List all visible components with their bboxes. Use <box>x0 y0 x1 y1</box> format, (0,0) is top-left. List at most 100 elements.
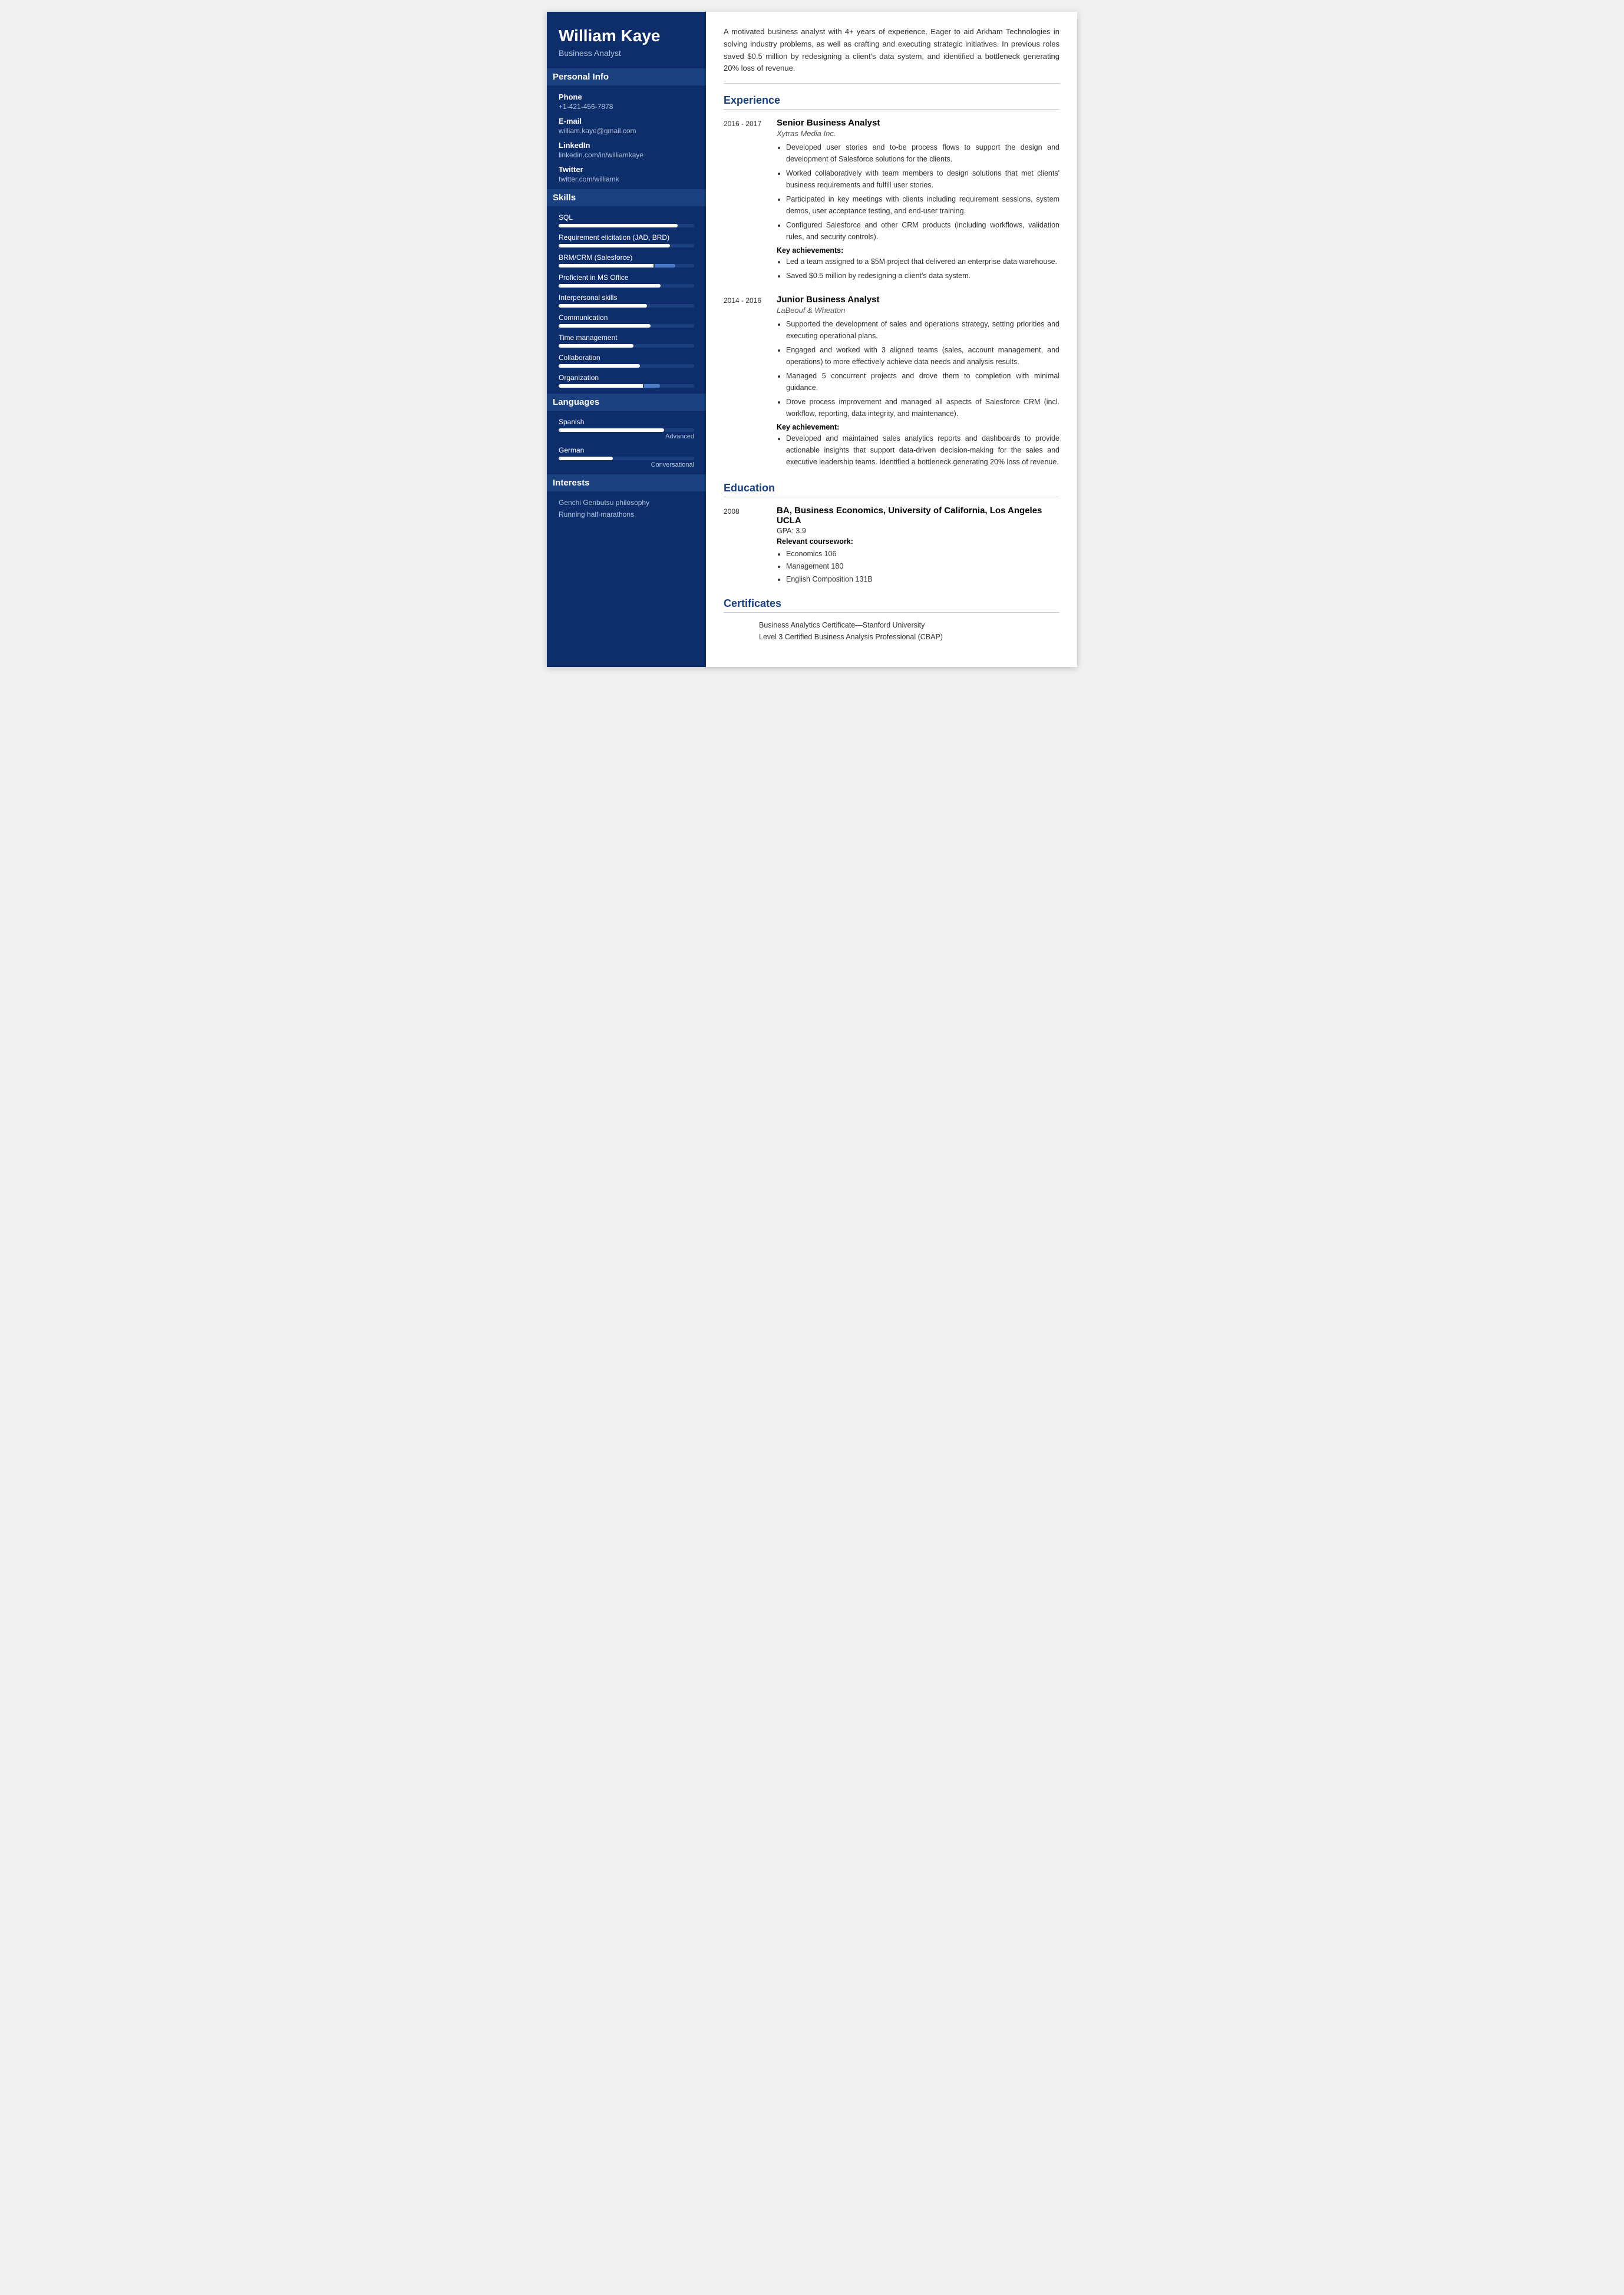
language-item: SpanishAdvanced <box>559 418 694 440</box>
exp-bullet: Engaged and worked with 3 aligned teams … <box>786 344 1059 368</box>
cert-item: Business Analytics Certificate—Stanford … <box>759 621 1059 629</box>
certs-list: Business Analytics Certificate—Stanford … <box>724 621 1059 641</box>
skills-heading: Skills <box>547 189 706 206</box>
exp-content: Senior Business AnalystXytras Media Inc.… <box>777 118 1059 284</box>
key-bullet: Led a team assigned to a $5M project tha… <box>786 256 1059 268</box>
skill-bar-fill <box>559 344 633 348</box>
twitter-label: Twitter <box>559 165 694 174</box>
experience-item: 2016 - 2017 Senior Business AnalystXytras… <box>724 118 1059 284</box>
skill-bar-fill <box>559 364 640 368</box>
skill-bar-bg <box>559 384 694 388</box>
skill-item: Organization <box>559 374 694 388</box>
exp-bullet: Drove process improvement and managed al… <box>786 396 1059 420</box>
skill-name: Organization <box>559 374 694 382</box>
experience-heading: Experience <box>724 94 1059 110</box>
exp-job-title: Junior Business Analyst <box>777 295 1059 305</box>
skill-item: BRM/CRM (Salesforce) <box>559 253 694 268</box>
candidate-name: William Kaye <box>559 26 694 46</box>
coursework-item: English Composition 131B <box>786 573 1059 586</box>
key-bullets: Led a team assigned to a $5M project tha… <box>777 256 1059 282</box>
coursework-label: Relevant coursework: <box>777 537 1059 546</box>
edu-degree: BA, Business Economics, University of Ca… <box>777 506 1059 526</box>
skill-item: Time management <box>559 333 694 348</box>
cert-item: Level 3 Certified Business Analysis Prof… <box>759 633 1059 641</box>
skill-bar-bg <box>559 344 694 348</box>
skill-bar-bg <box>559 364 694 368</box>
interests-list: Genchi Genbutsu philosophy Running half-m… <box>559 498 694 519</box>
skill-item: Proficient in MS Office <box>559 273 694 288</box>
certificates-heading: Certificates <box>724 597 1059 613</box>
languages-list: SpanishAdvanced German Conversational <box>559 418 694 468</box>
languages-heading: Languages <box>547 394 706 411</box>
language-bar-fill <box>559 457 613 460</box>
language-level: Advanced <box>559 433 694 440</box>
interest-item: Genchi Genbutsu philosophy <box>559 498 694 507</box>
skill-item: Requirement elicitation (JAD, BRD) <box>559 233 694 247</box>
experience-list: 2016 - 2017 Senior Business AnalystXytras… <box>724 118 1059 470</box>
skill-bar-fill <box>559 324 651 328</box>
exp-content: Junior Business AnalystLaBeouf & Wheaton… <box>777 295 1059 470</box>
key-bullet: Saved $0.5 million by redesigning a clie… <box>786 270 1059 282</box>
language-bar-bg <box>559 457 694 460</box>
exp-bullet: Participated in key meetings with client… <box>786 193 1059 217</box>
exp-bullets: Developed user stories and to-be process… <box>777 141 1059 243</box>
edu-content: BA, Business Economics, University of Ca… <box>777 506 1059 586</box>
exp-bullet: Managed 5 concurrent projects and drove … <box>786 370 1059 394</box>
key-achievements-label: Key achievements: <box>777 246 1059 255</box>
exp-company: LaBeouf & Wheaton <box>777 306 1059 315</box>
skill-name: Communication <box>559 313 694 322</box>
candidate-title: Business Analyst <box>559 48 694 58</box>
key-bullet: Developed and maintained sales analytics… <box>786 432 1059 468</box>
skill-name: Requirement elicitation (JAD, BRD) <box>559 233 694 242</box>
personal-info-heading: Personal Info <box>547 68 706 85</box>
language-level: Conversational <box>559 461 694 468</box>
exp-bullet: Worked collaboratively with team members… <box>786 167 1059 191</box>
skill-bar-bg <box>559 304 694 308</box>
skill-bar-bg <box>559 224 694 227</box>
skill-item: Interpersonal skills <box>559 293 694 308</box>
experience-section: Experience 2016 - 2017 Senior Business An… <box>724 94 1059 470</box>
sidebar: William Kaye Business Analyst Personal I… <box>547 12 706 667</box>
skill-item: Collaboration <box>559 354 694 368</box>
phone-label: Phone <box>559 93 694 101</box>
coursework-item: Economics 106 <box>786 548 1059 560</box>
exp-bullets: Supported the development of sales and o… <box>777 318 1059 420</box>
skill-bar-bg <box>559 324 694 328</box>
exp-company: Xytras Media Inc. <box>777 129 1059 138</box>
coursework-list: Economics 106Management 180English Compo… <box>777 548 1059 586</box>
linkedin-value: linkedin.com/in/williamkaye <box>559 151 694 159</box>
email-value: william.kaye@gmail.com <box>559 127 694 135</box>
education-section: Education 2008BA, Business Economics, Un… <box>724 482 1059 586</box>
education-list: 2008BA, Business Economics, University o… <box>724 506 1059 586</box>
certificates-section: Certificates Business Analytics Certific… <box>724 597 1059 641</box>
skill-bar-fill <box>559 244 670 247</box>
twitter-value: twitter.com/williamk <box>559 175 694 183</box>
skills-list: SQL Requirement elicitation (JAD, BRD) BRM… <box>559 213 694 388</box>
linkedin-label: LinkedIn <box>559 141 694 150</box>
phone-value: +1-421-456-7878 <box>559 103 694 111</box>
edu-gpa: GPA: 3.9 <box>777 527 1059 535</box>
skill-item: SQL <box>559 213 694 227</box>
exp-bullet: Supported the development of sales and o… <box>786 318 1059 342</box>
exp-dates: 2016 - 2017 <box>724 118 765 284</box>
skill-name: SQL <box>559 213 694 222</box>
exp-job-title: Senior Business Analyst <box>777 118 1059 128</box>
coursework-item: Management 180 <box>786 560 1059 573</box>
interest-item: Running half-marathons <box>559 510 694 519</box>
skill-bar-bg <box>559 244 694 247</box>
exp-bullet: Configured Salesforce and other CRM prod… <box>786 219 1059 243</box>
main-content: A motivated business analyst with 4+ yea… <box>706 12 1077 667</box>
language-item: German Conversational <box>559 446 694 468</box>
interests-heading: Interests <box>547 474 706 491</box>
language-bar-fill <box>559 428 664 432</box>
key-bullets: Developed and maintained sales analytics… <box>777 432 1059 468</box>
experience-item: 2014 - 2016 Junior Business AnalystLaBeou… <box>724 295 1059 470</box>
exp-dates: 2014 - 2016 <box>724 295 765 470</box>
language-bar-bg <box>559 428 694 432</box>
skill-bar-fill <box>559 224 678 227</box>
skill-name: BRM/CRM (Salesforce) <box>559 253 694 262</box>
skill-name: Proficient in MS Office <box>559 273 694 282</box>
skill-bar-fill <box>559 284 661 288</box>
language-name: German <box>559 446 694 454</box>
education-heading: Education <box>724 482 1059 497</box>
